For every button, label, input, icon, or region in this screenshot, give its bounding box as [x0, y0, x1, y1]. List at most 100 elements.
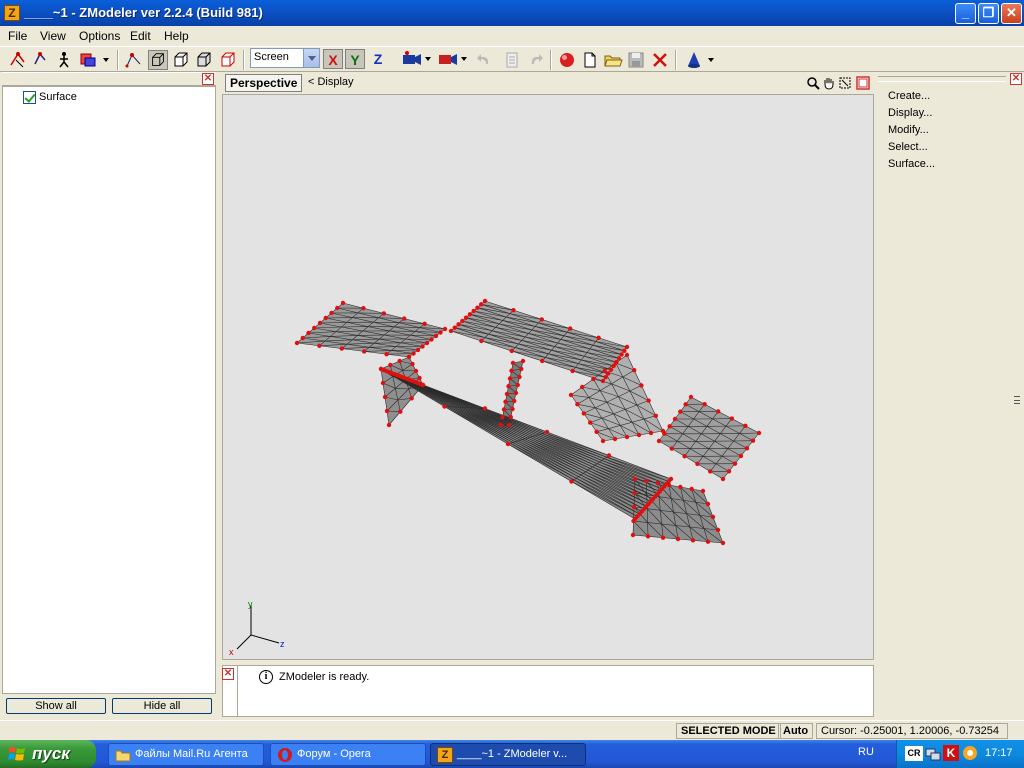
mesh-vertex[interactable]: [708, 469, 713, 474]
mesh-vertex[interactable]: [510, 360, 516, 366]
mesh-vertex[interactable]: [456, 322, 461, 327]
mesh-vertex[interactable]: [384, 352, 389, 357]
mesh-vertex[interactable]: [570, 368, 575, 374]
perspective-viewport[interactable]: y z x: [222, 94, 874, 660]
mesh-vertex[interactable]: [622, 348, 627, 353]
save-disk-icon[interactable]: [626, 50, 646, 70]
mesh-vertex[interactable]: [667, 424, 672, 429]
mesh-vertex[interactable]: [362, 349, 367, 354]
mesh-vertex[interactable]: [519, 366, 524, 372]
menu-edit[interactable]: Edit: [130, 29, 151, 43]
mesh-vertex[interactable]: [467, 312, 473, 317]
auto-mode-indicator[interactable]: Auto: [778, 723, 814, 739]
select-vertex-icon[interactable]: [8, 50, 28, 70]
light-dropdown-arrow[interactable]: [461, 57, 467, 61]
select-group-icon[interactable]: [78, 50, 98, 70]
command-modify[interactable]: Modify...: [888, 124, 929, 136]
mesh-vertex[interactable]: [729, 416, 734, 421]
mesh-vertex[interactable]: [513, 390, 519, 396]
mesh-vertex[interactable]: [639, 383, 644, 388]
history-icon[interactable]: [502, 50, 522, 70]
select-mode-dropdown-arrow[interactable]: [103, 58, 109, 62]
mesh-vertex[interactable]: [397, 358, 402, 364]
taskbar-item-mailru[interactable]: Файлы Mail.Ru Агента: [108, 743, 264, 766]
mesh-vertex[interactable]: [678, 484, 683, 490]
mesh-vertex[interactable]: [689, 486, 694, 492]
mesh-vertex[interactable]: [616, 356, 622, 361]
mesh-vertex[interactable]: [682, 454, 687, 459]
cube-selected-icon[interactable]: [218, 50, 238, 70]
mesh-vertex[interactable]: [600, 438, 606, 444]
mesh-vertex[interactable]: [648, 430, 654, 436]
cone-primitive-icon[interactable]: [684, 50, 704, 70]
cr-tray-icon[interactable]: CR: [905, 746, 923, 761]
mesh-vertex[interactable]: [588, 420, 593, 425]
command-panel-scrollbar[interactable]: [1011, 86, 1022, 716]
close-log-icon[interactable]: ✕: [222, 668, 234, 680]
menu-file[interactable]: File: [8, 29, 27, 43]
mesh-vertex[interactable]: [406, 354, 412, 360]
mesh-vertex[interactable]: [294, 340, 300, 346]
mesh-vertex[interactable]: [690, 538, 696, 543]
mesh-vertex[interactable]: [448, 328, 454, 334]
mail-agent-tray-icon[interactable]: [961, 745, 979, 761]
menu-options[interactable]: Options: [79, 29, 120, 43]
mesh-vertex[interactable]: [506, 384, 511, 389]
selection-mode-indicator[interactable]: SELECTED MODE: [676, 723, 781, 739]
mesh-vertex[interactable]: [500, 415, 505, 420]
show-all-button[interactable]: Show all: [6, 698, 106, 714]
taskbar-item-opera[interactable]: Форум - Opera: [270, 743, 426, 766]
wire-cube-icon[interactable]: [148, 50, 168, 70]
hood-surface[interactable]: [297, 303, 445, 357]
mesh-vertex[interactable]: [417, 375, 422, 381]
mesh-vertex[interactable]: [700, 488, 706, 494]
mesh-vertex[interactable]: [381, 311, 386, 316]
mesh-vertex[interactable]: [669, 446, 674, 451]
mesh-vertex[interactable]: [660, 428, 666, 434]
mesh-vertex[interactable]: [506, 422, 512, 428]
close-button[interactable]: ✕: [1001, 3, 1022, 24]
mesh-vertex[interactable]: [631, 504, 637, 510]
mesh-vertex[interactable]: [411, 351, 416, 356]
mesh-vertex[interactable]: [482, 298, 488, 304]
mesh-vertex[interactable]: [594, 429, 599, 434]
axis-y-toggle[interactable]: Y: [345, 49, 365, 69]
mesh-vertex[interactable]: [678, 409, 683, 414]
mesh-vertex[interactable]: [675, 536, 681, 542]
mesh-vertex[interactable]: [413, 368, 419, 374]
mesh-vertex[interactable]: [409, 396, 414, 401]
mesh-vertex[interactable]: [340, 300, 346, 306]
axis-x-toggle[interactable]: X: [323, 49, 343, 69]
move-vertex-icon[interactable]: [124, 50, 144, 70]
clock[interactable]: 17:17: [985, 747, 1013, 759]
kaspersky-tray-icon[interactable]: K: [943, 745, 959, 761]
mesh-vertex[interactable]: [683, 402, 688, 407]
open-folder-icon[interactable]: [603, 50, 623, 70]
mesh-vertex[interactable]: [750, 438, 756, 443]
mesh-vertex[interactable]: [632, 490, 637, 496]
start-button[interactable]: пуск: [0, 740, 96, 768]
mesh-vertex[interactable]: [645, 534, 651, 539]
mesh-vertex[interactable]: [520, 358, 526, 364]
mesh-vertex[interactable]: [705, 539, 711, 544]
mesh-vertex[interactable]: [410, 361, 415, 367]
mesh-vertex[interactable]: [666, 482, 672, 488]
mesh-vertex[interactable]: [510, 406, 515, 412]
primitive-dropdown-arrow[interactable]: [708, 58, 714, 62]
mesh-vertex[interactable]: [596, 335, 601, 340]
mesh-vertex[interactable]: [509, 348, 514, 354]
mesh-vertex[interactable]: [312, 325, 317, 331]
undo-icon[interactable]: [474, 50, 494, 70]
mesh-vertex[interactable]: [503, 399, 508, 404]
mesh-vertex[interactable]: [632, 368, 637, 373]
title-bar[interactable]: Z ____~1 - ZModeler ver 2.2.4 (Build 981…: [0, 0, 1024, 26]
command-create[interactable]: Create...: [888, 90, 930, 102]
mesh-vertex[interactable]: [508, 414, 513, 420]
mesh-vertex[interactable]: [384, 408, 390, 414]
mesh-vertex[interactable]: [539, 317, 544, 322]
mesh-vertex[interactable]: [501, 407, 507, 412]
mesh-vertex[interactable]: [415, 347, 421, 353]
mesh-vertex[interactable]: [420, 344, 425, 349]
mesh-vertex[interactable]: [300, 335, 305, 341]
mesh-vertex[interactable]: [463, 315, 469, 320]
